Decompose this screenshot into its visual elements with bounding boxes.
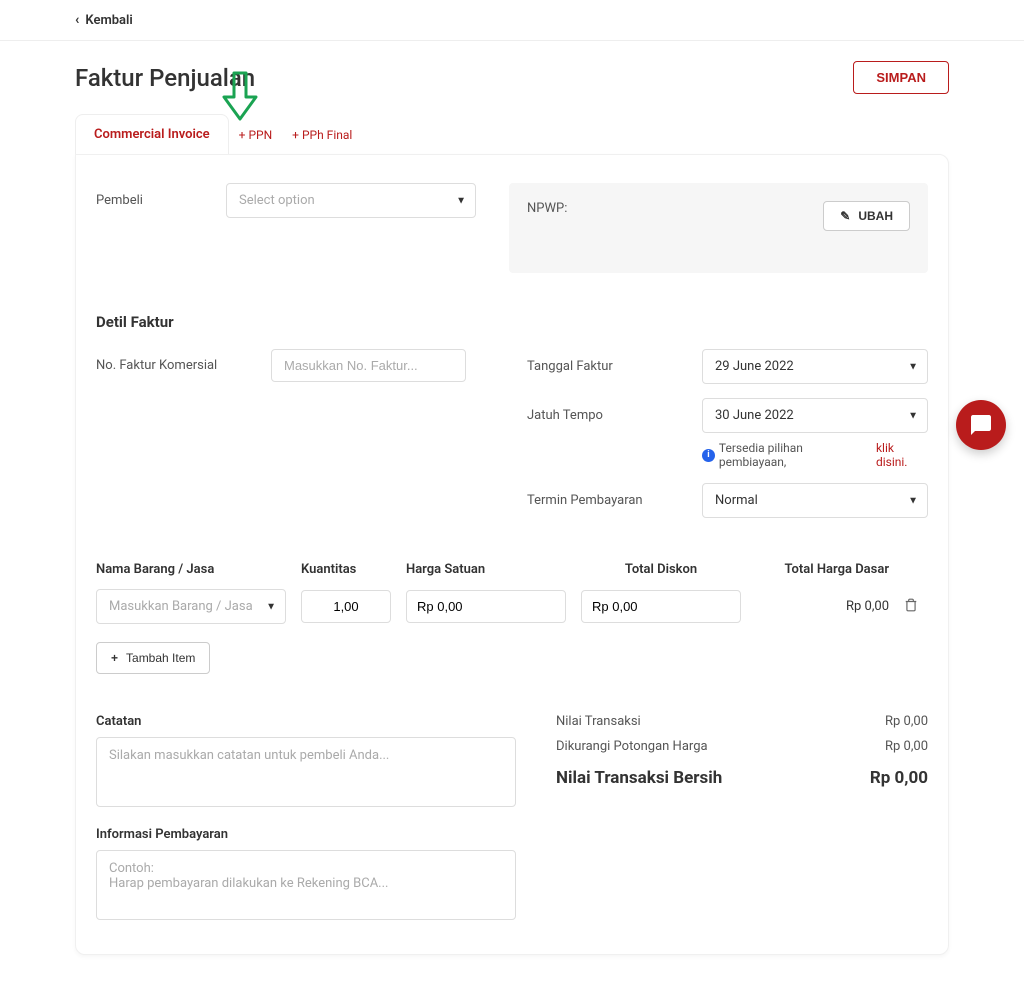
chat-bubble[interactable] <box>956 400 1006 450</box>
ubah-button[interactable]: ✎ UBAH <box>823 201 910 231</box>
tanggal-faktur-label: Tanggal Faktur <box>527 359 682 374</box>
nilai-transaksi-value: Rp 0,00 <box>885 714 928 729</box>
plus-icon: + <box>111 651 118 665</box>
col-harga: Harga Satuan <box>406 562 566 577</box>
buyer-label: Pembeli <box>96 193 206 208</box>
tambah-label: Tambah Item <box>126 651 195 665</box>
table-row: Masukkan Barang / Jasa ▼ Rp 0,00 <box>96 589 928 624</box>
buyer-select[interactable]: Select option <box>226 183 476 218</box>
nilai-transaksi-label: Nilai Transaksi <box>556 714 641 729</box>
tanggal-faktur-select[interactable]: 29 June 2022 <box>702 349 928 384</box>
info-icon: i <box>702 449 715 462</box>
harga-input[interactable] <box>406 590 566 623</box>
potongan-value: Rp 0,00 <box>885 739 928 754</box>
col-diskon: Total Diskon <box>581 562 741 577</box>
arrow-annotation <box>222 71 258 125</box>
col-nama: Nama Barang / Jasa <box>96 562 286 577</box>
catatan-textarea[interactable] <box>96 737 516 807</box>
ubah-label: UBAH <box>858 209 893 223</box>
back-label: Kembali <box>85 13 132 28</box>
col-total: Total Harga Dasar <box>756 562 889 577</box>
tab-add-pph-final[interactable]: + PPh Final <box>282 116 362 154</box>
jatuh-tempo-label: Jatuh Tempo <box>527 408 682 423</box>
detail-faktur-title: Detil Faktur <box>96 313 928 331</box>
info-pembayaran-label: Informasi Pembayaran <box>96 827 516 842</box>
financing-info-text: Tersedia pilihan pembiayaan, <box>719 441 872 469</box>
col-kuantitas: Kuantitas <box>301 562 391 577</box>
termin-label: Termin Pembayaran <box>527 493 682 508</box>
kuantitas-input[interactable] <box>301 590 391 623</box>
termin-select[interactable]: Normal <box>702 483 928 518</box>
tambah-item-button[interactable]: + Tambah Item <box>96 642 210 674</box>
no-faktur-input[interactable] <box>271 349 466 382</box>
diskon-input[interactable] <box>581 590 741 623</box>
chevron-left-icon: ‹ <box>75 12 79 28</box>
potongan-label: Dikurangi Potongan Harga <box>556 739 708 754</box>
catatan-label: Catatan <box>96 714 516 729</box>
edit-icon: ✎ <box>840 209 850 223</box>
trash-icon[interactable] <box>904 600 918 616</box>
no-faktur-label: No. Faktur Komersial <box>96 358 251 373</box>
row-total: Rp 0,00 <box>756 599 889 614</box>
bersih-label: Nilai Transaksi Bersih <box>556 768 722 788</box>
save-button[interactable]: SIMPAN <box>853 61 949 94</box>
back-link[interactable]: ‹ Kembali <box>75 12 133 28</box>
financing-link[interactable]: klik disini. <box>876 441 928 469</box>
bersih-value: Rp 0,00 <box>870 768 928 788</box>
chat-icon <box>969 413 993 437</box>
tab-commercial-invoice[interactable]: Commercial Invoice <box>75 114 229 154</box>
npwp-label: NPWP: <box>527 201 567 216</box>
jatuh-tempo-select[interactable]: 30 June 2022 <box>702 398 928 433</box>
info-pembayaran-textarea[interactable] <box>96 850 516 920</box>
item-select[interactable]: Masukkan Barang / Jasa <box>96 589 286 624</box>
